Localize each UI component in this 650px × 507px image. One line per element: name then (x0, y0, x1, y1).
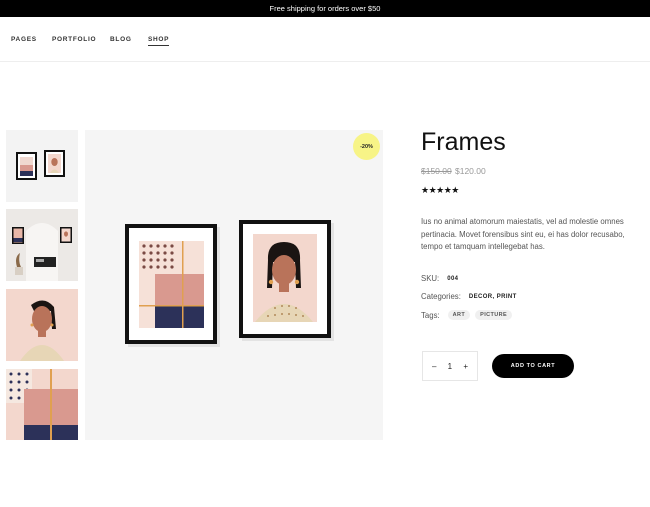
product-main-image[interactable] (85, 130, 383, 440)
categories-value: DECOR, PRINT (468, 293, 517, 300)
nav-item-portfolio[interactable]: PORTFOLIO (52, 36, 96, 43)
nav-item-shop[interactable]: SHOP (148, 36, 170, 46)
quantity-decrement-button[interactable]: – (432, 362, 436, 371)
tag-picture[interactable]: PICTURE (475, 310, 513, 320)
sku-value: 004 (447, 275, 459, 282)
nav-item-pages[interactable]: PAGES (11, 36, 37, 43)
tags-label: Tags: (421, 310, 440, 320)
thumbnail-abstract[interactable] (6, 369, 78, 440)
product-title: Frames (421, 128, 506, 156)
rating-stars: ★★★★★ (421, 185, 459, 195)
categories-label: Categories: (421, 292, 461, 301)
tag-art[interactable]: ART (447, 310, 471, 320)
category-link-print[interactable]: PRINT (497, 294, 517, 300)
add-to-cart-button[interactable]: ADD TO CART (492, 354, 574, 378)
quantity-increment-button[interactable]: + (463, 362, 468, 371)
quantity-stepper: – 1 + (422, 351, 478, 381)
price-new: $120.00 (455, 166, 486, 176)
thumbnail-room[interactable] (6, 209, 78, 281)
tags-row: Tags: ART PICTURE (421, 310, 513, 320)
main-nav: PAGES PORTFOLIO BLOG SHOP (0, 17, 650, 62)
product-description: Ius no animal atomorum maiestatis, vel a… (421, 217, 625, 251)
sale-badge: -20% (353, 133, 380, 160)
sku-label: SKU: (421, 274, 440, 283)
nav-item-blog[interactable]: BLOG (110, 36, 132, 43)
thumbnail-portrait[interactable] (6, 289, 78, 361)
category-link-decor[interactable]: DECOR (469, 294, 493, 300)
price-old: $150.00 (421, 166, 452, 176)
promo-text: Free shipping for orders over $50 (269, 4, 381, 13)
promo-bar: Free shipping for orders over $50 (0, 0, 650, 17)
sku-row: SKU: 004 (421, 274, 458, 283)
thumbnail-frames[interactable] (6, 130, 78, 202)
categories-row: Categories: DECOR, PRINT (421, 292, 517, 301)
quantity-input[interactable]: 1 (448, 362, 452, 371)
thumbnail-gallery (6, 130, 78, 440)
